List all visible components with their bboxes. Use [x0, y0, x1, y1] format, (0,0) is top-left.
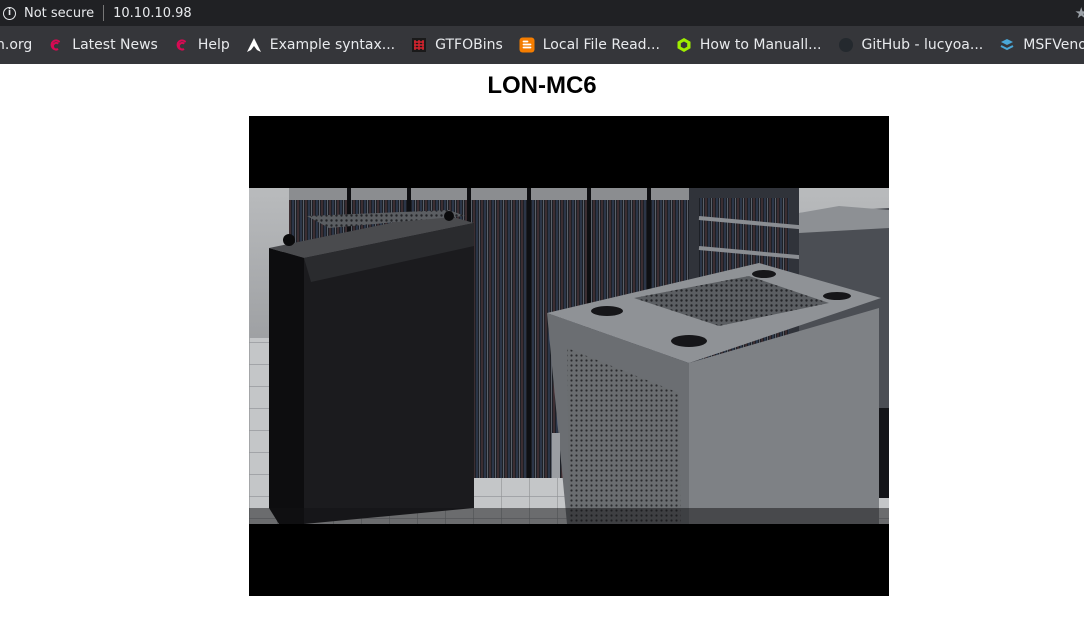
bookmark-example-syntax[interactable]: Example syntax...: [246, 37, 395, 53]
bookmark-how-to-manually[interactable]: How to Manuall...: [676, 37, 822, 53]
hackthebox-icon: [677, 38, 691, 52]
msf-icon: [1000, 39, 1014, 51]
camera-feed: [249, 116, 889, 596]
bookmark-label: MSFVenom: [1023, 37, 1084, 53]
bookmark-gtfobins[interactable]: GTFOBins: [411, 37, 503, 53]
bookmark-label: GitHub - lucyoa...: [861, 37, 984, 53]
page-title: LON-MC6: [487, 72, 597, 99]
camera-image: [249, 188, 889, 524]
debian-swirl-icon: [176, 39, 186, 51]
security-status[interactable]: Not secure: [24, 6, 94, 21]
bookmark-label: Latest News: [72, 37, 158, 53]
bookmark-github-lucyoa[interactable]: GitHub - lucyoa...: [838, 37, 984, 53]
address-divider: [103, 5, 105, 21]
info-icon[interactable]: i: [3, 6, 16, 20]
url-text[interactable]: 10.10.10.98: [113, 6, 192, 21]
arch-linux-icon: [246, 38, 261, 52]
bookmark-msfvenom[interactable]: MSFVenom: [999, 37, 1084, 53]
bookmarks-bar: n.org Latest News Help Example syntax...…: [0, 26, 1084, 64]
debian-swirl-icon: [50, 39, 61, 51]
gtfobins-icon: [412, 38, 427, 52]
bookmark-help[interactable]: Help: [174, 37, 230, 53]
bookmark-label: Example syntax...: [269, 37, 396, 53]
bookmark-latest-news[interactable]: Latest News: [48, 37, 158, 53]
blogger-icon: [519, 37, 535, 53]
bookmark-label: n.org: [0, 37, 33, 53]
bookmark-debian-org[interactable]: n.org: [0, 37, 32, 53]
page-content: LON-MC6: [0, 64, 1084, 636]
address-bar[interactable]: i Not secure 10.10.10.98 ★: [0, 0, 1084, 26]
bookmark-star-icon[interactable]: ★: [1075, 4, 1084, 22]
github-icon: [838, 38, 853, 52]
bookmark-label: How to Manuall...: [699, 37, 822, 53]
bookmark-label: Local File Read...: [542, 37, 660, 53]
bookmark-local-file-read[interactable]: Local File Read...: [519, 37, 660, 53]
bookmark-label: GTFOBins: [435, 37, 503, 53]
bookmark-label: Help: [197, 37, 230, 53]
